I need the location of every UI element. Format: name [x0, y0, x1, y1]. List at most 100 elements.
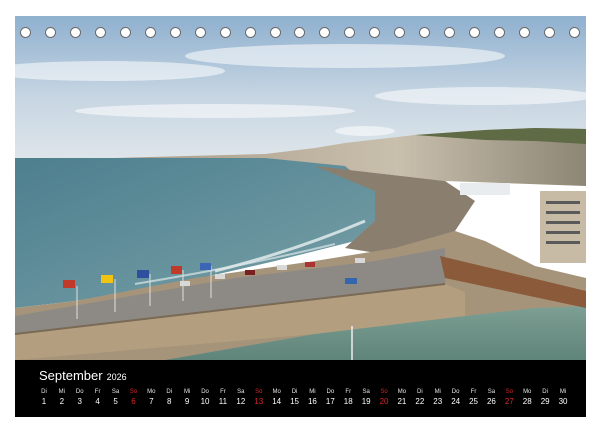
day-number: 15 [290, 397, 299, 406]
day-cell: Sa 5 [107, 388, 125, 412]
spiral-ring-icon [194, 26, 206, 38]
day-cell: Di 15 [286, 388, 304, 412]
casino-building [460, 183, 510, 195]
weekday-label: Sa [111, 389, 120, 395]
day-number: 23 [433, 397, 443, 406]
weekday-label: Fr [345, 389, 352, 395]
spiral-ring-icon [369, 26, 381, 38]
day-number: 2 [59, 397, 65, 406]
day-cell: Fr 4 [89, 388, 107, 412]
day-cell: Sa 12 [232, 388, 250, 412]
weekday-label: Sa [237, 389, 245, 395]
spiral-ring-icon [119, 26, 131, 38]
weekday-label: Do [201, 389, 209, 395]
day-cell: Mo 21 [393, 388, 411, 412]
spiral-ring-icon [519, 26, 531, 38]
weekday-label: Sa [362, 389, 370, 395]
weekday-label: So [255, 389, 263, 395]
day-cell: Fr 11 [214, 388, 232, 412]
spiral-ring-icon [94, 26, 106, 38]
weekday-label: Di [41, 389, 47, 395]
day-number: 12 [236, 397, 246, 406]
photo-scene [15, 16, 586, 360]
day-cell: So 27 [500, 388, 518, 412]
day-cell: Mi 30 [554, 388, 572, 412]
day-number: 20 [379, 397, 389, 406]
weekday-label: Fr [470, 389, 477, 395]
weekday-label: Mi [309, 389, 316, 395]
spiral-ring-icon [244, 26, 256, 38]
weekday-label: Mi [559, 389, 567, 395]
month-title: September 2026 [39, 368, 127, 383]
day-number: 19 [361, 397, 371, 406]
day-number: 14 [272, 397, 282, 406]
day-number: 1 [41, 397, 47, 406]
spiral-ring-icon [494, 26, 506, 38]
weekday-label: So [380, 389, 388, 395]
day-cell: Mi 16 [303, 388, 321, 412]
spiral-ring-icon [544, 26, 556, 38]
day-cell: Fr 18 [339, 388, 357, 412]
day-cell: Di 1 [35, 388, 53, 412]
spiral-ring-icon [344, 26, 356, 38]
day-cell: Do 10 [196, 388, 214, 412]
day-number: 10 [200, 397, 210, 406]
weekday-label: Mo [523, 389, 532, 395]
day-number: 9 [184, 397, 190, 406]
weekday-label: Mi [58, 389, 66, 395]
day-cell: Mo 14 [268, 388, 286, 412]
weekday-label: Do [326, 389, 335, 395]
day-cell: Mi 9 [178, 388, 196, 412]
day-number: 6 [131, 397, 136, 406]
day-number: 16 [307, 397, 317, 406]
day-cell: Di 8 [160, 388, 178, 412]
day-cell: So 13 [250, 388, 268, 412]
day-cell: Di 22 [411, 388, 429, 412]
weekday-label: Mi [183, 389, 191, 395]
day-number: 5 [113, 397, 118, 406]
weekday-label: Sa [487, 389, 496, 395]
weekday-label: Di [166, 389, 173, 395]
weekday-label: Di [417, 389, 423, 395]
day-number: 30 [558, 397, 568, 406]
spiral-ring-icon [469, 26, 481, 38]
weekday-label: So [129, 389, 138, 395]
day-cell: Sa 26 [482, 388, 500, 412]
spiral-ring-icon [144, 26, 156, 38]
year-label: 2026 [106, 372, 127, 382]
weekday-label: Do [75, 389, 84, 395]
coastal-photo [15, 16, 586, 360]
day-number: 21 [397, 397, 407, 406]
day-number: 27 [504, 397, 514, 406]
weekday-label: Fr [220, 389, 226, 395]
weekday-label: Mo [397, 389, 407, 395]
weekday-label: Do [451, 389, 460, 395]
day-cell: Mo 28 [518, 388, 536, 412]
day-cell: Do 17 [321, 388, 339, 412]
weekday-label: Di [542, 389, 548, 395]
day-number: 24 [451, 397, 461, 406]
weekday-label: Di [291, 389, 298, 395]
spiral-ring-icon [69, 26, 81, 38]
day-cell: Sa 19 [357, 388, 375, 412]
day-number: 17 [325, 397, 335, 406]
weekday-label: Fr [94, 389, 101, 395]
day-cell: Fr 25 [465, 388, 483, 412]
day-number: 3 [77, 397, 82, 406]
spiral-ring-icon [319, 26, 331, 38]
weekday-label: Mo [272, 389, 281, 395]
day-number: 13 [254, 397, 264, 406]
day-number: 18 [343, 397, 353, 406]
day-number: 25 [469, 397, 478, 406]
spiral-ring-icon [444, 26, 456, 38]
spiral-ring-icon [20, 26, 31, 38]
day-cell: So 20 [375, 388, 393, 412]
calendar-strip: September 2026 Di 1 Mi 2 Do 3 Fr 4 Sa 5 So 6 Mo 7 Di 8 Mi… [15, 360, 586, 417]
day-number: 29 [540, 397, 550, 406]
day-cell: Mi 2 [53, 388, 71, 412]
calendar-page: September 2026 Di 1 Mi 2 Do 3 Fr 4 Sa 5 So 6 Mo 7 Di 8 Mi… [0, 0, 600, 431]
month-name: September [39, 368, 103, 383]
spiral-ring-icon [568, 26, 580, 38]
day-number: 11 [218, 397, 228, 406]
day-grid: Di 1 Mi 2 Do 3 Fr 4 Sa 5 So 6 Mo 7 Di 8 Mi 9 Do 10 Fr 11 Sa 12 S… [35, 388, 572, 412]
